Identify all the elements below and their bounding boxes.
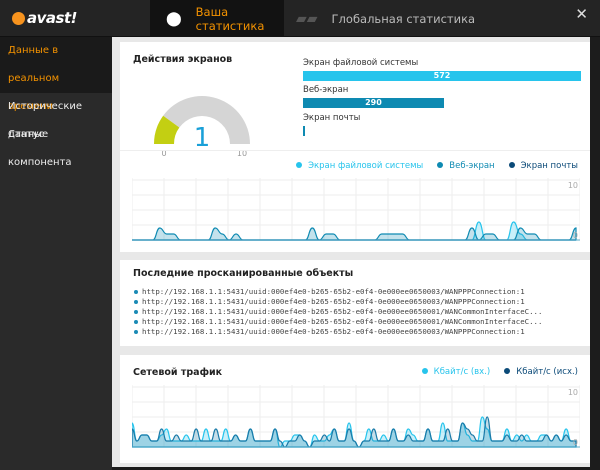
avast-logo: avast! [12, 9, 77, 27]
sidebar-item-component-status[interactable]: Статус компонента [0, 121, 112, 168]
tab-global-statistics[interactable]: ▰▰ Глобальная статистика [284, 0, 484, 37]
sidebar-item-history[interactable]: Исторические данные [0, 93, 112, 140]
legend-label: Кбайт/с (исх.) [516, 367, 578, 377]
legend-label: Экран файловой системы [308, 161, 424, 171]
bar-label: Экран файловой системы [303, 58, 419, 68]
sidebar: Данные в реальном времени Исторические д… [0, 37, 112, 470]
chart-legend: Экран файловой системы Веб-экран Экран п… [296, 161, 578, 171]
tick-label: 10 [568, 181, 578, 190]
tab-label: Глобальная статистика [331, 11, 476, 26]
network-panel: Сетевой трафик Кбайт/с (вх.) Кбайт/с (ис… [120, 355, 590, 463]
gauge-value: 1 [194, 123, 211, 153]
list-item: http://192.168.1.1:5431/uuid:000ef4e0-b2… [120, 317, 590, 327]
bar-label: Экран почты [303, 113, 361, 123]
list-item: http://192.168.1.1:5431/uuid:000ef4e0-b2… [120, 307, 590, 317]
legend-item[interactable]: Кбайт/с (исх.) [504, 367, 578, 377]
network-chart: 10 0 [132, 385, 580, 448]
tab-your-statistics[interactable]: ⬤ Ваша статистика [150, 0, 284, 37]
screens-chart: 10 0 [132, 178, 580, 241]
legend-label: Веб-экран [449, 161, 495, 171]
sidebar-item-realtime[interactable]: Данные в реальном времени [0, 37, 112, 112]
world-map-icon: ▰▰ [296, 10, 318, 27]
panel-title: Действия экранов [133, 54, 233, 65]
chart-legend: Кбайт/с (вх.) Кбайт/с (исх.) [421, 367, 578, 377]
legend-item[interactable]: Экран файловой системы [296, 161, 423, 171]
legend-label: Кбайт/с (вх.) [433, 367, 491, 377]
close-button[interactable]: ✕ [575, 5, 588, 23]
bar-label: Веб-экран [303, 85, 349, 95]
legend-item[interactable]: Кбайт/с (вх.) [421, 367, 491, 377]
tick-label: 10 [568, 388, 578, 397]
bar-web: 290 [303, 98, 444, 108]
tick-label: 0 [573, 231, 578, 240]
screens-panel: Действия экранов 1 0 10 Экран файловой сис… [120, 42, 590, 252]
title-bar: avast! ⬤ Ваша статистика ▰▰ Глобальная ста… [0, 0, 600, 37]
recent-objects-panel: Последние просканированные объекты http:… [120, 260, 590, 346]
list-item: http://192.168.1.1:5431/uuid:000ef4e0-b2… [120, 287, 590, 297]
gauge: 10 10 [154, 95, 250, 158]
legend-item[interactable]: Веб-экран [437, 161, 495, 171]
panel-title: Последние просканированные объекты [133, 268, 354, 279]
legend-item[interactable]: Экран почты [508, 161, 578, 171]
bar-mail [303, 126, 305, 136]
tick-label: 0 [573, 438, 578, 447]
url-list: http://192.168.1.1:5431/uuid:000ef4e0-b2… [120, 287, 590, 337]
tab-label: Ваша статистика [195, 4, 265, 33]
panel-title: Сетевой трафик [133, 367, 223, 378]
main-content: Действия экранов 1 0 10 Экран файловой сис… [112, 37, 590, 467]
legend-label: Экран почты [520, 161, 578, 171]
list-item: http://192.168.1.1:5431/uuid:000ef4e0-b2… [120, 297, 590, 307]
bar-file-system: 572 [303, 71, 581, 81]
list-item: http://192.168.1.1:5431/uuid:000ef4e0-b2… [120, 327, 590, 337]
location-pin-icon: ⬤ [166, 10, 182, 27]
logo-text: avast! [27, 9, 77, 27]
